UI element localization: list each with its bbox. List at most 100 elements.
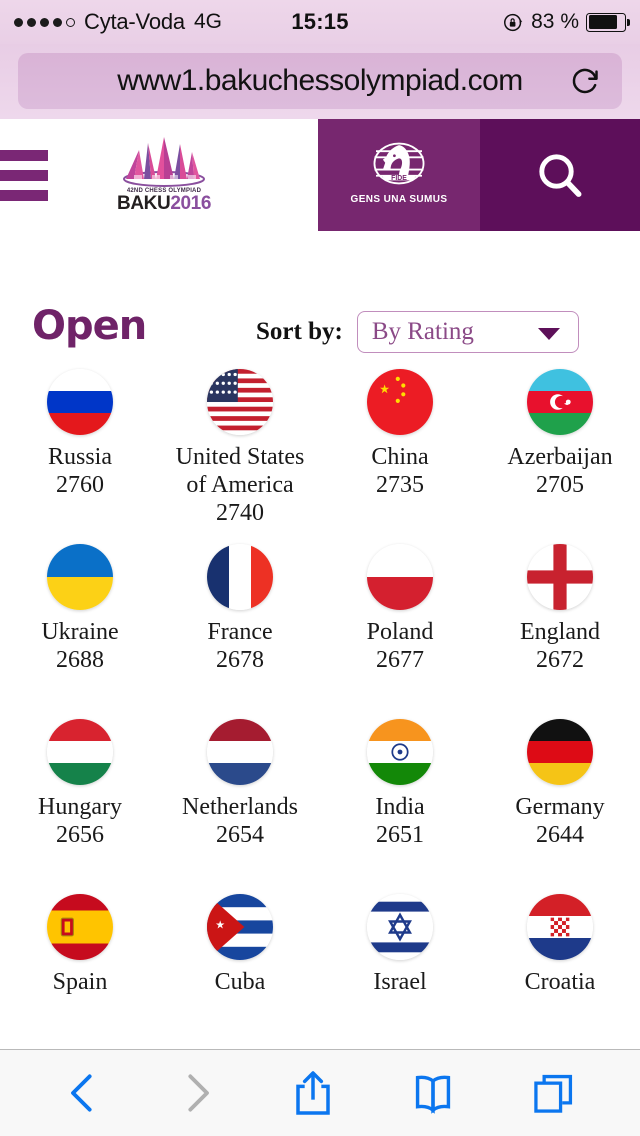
team-name: Spain: [52, 969, 108, 995]
team-card[interactable]: Poland 2677: [320, 530, 480, 705]
croatia-flag-icon: [527, 894, 593, 960]
team-name: India: [375, 794, 425, 820]
site-header-left: 42ND CHESS OLYMPIAD BAKU2016: [0, 119, 318, 231]
team-card[interactable]: Cuba: [160, 880, 320, 1049]
team-card[interactable]: Netherlands 2654: [160, 705, 320, 880]
team-name: Poland: [366, 619, 434, 645]
team-name: Croatia: [524, 969, 596, 995]
team-rating: 2740: [216, 499, 264, 526]
sort-by-label: Sort by:: [256, 318, 343, 345]
team-name: Israel: [373, 969, 427, 995]
mobile-safari-screen: Cyta-Voda 4G 15:15 83 % www1.bakuchessol…: [0, 0, 640, 1136]
sort-by-value: By Rating: [371, 318, 474, 345]
united-states-flag-icon: [207, 369, 273, 435]
hamburger-menu-icon[interactable]: [0, 150, 48, 201]
poland-flag-icon: [367, 544, 433, 610]
tabs-button[interactable]: [531, 1069, 577, 1117]
site-header: 42ND CHESS OLYMPIAD BAKU2016 FIDE GENS U…: [0, 119, 640, 231]
fide-wordmark: FIDE: [391, 174, 407, 181]
team-rating: 2672: [536, 646, 584, 673]
battery-percent-label: 83 %: [531, 10, 579, 33]
page-title: Open: [32, 303, 147, 349]
rotation-lock-icon: [504, 13, 523, 31]
fide-motto: GENS UNA SUMUS: [350, 193, 448, 205]
chevron-down-icon: [537, 328, 560, 340]
team-rating: 2654: [216, 821, 264, 848]
team-rating: 2705: [536, 471, 584, 498]
team-name: France: [207, 619, 273, 645]
team-card[interactable]: France 2678: [160, 530, 320, 705]
hungary-flag-icon: [47, 719, 113, 785]
team-name: Russia: [47, 444, 112, 470]
fide-knight-globe-icon: FIDE: [373, 142, 425, 184]
germany-flag-icon: [527, 719, 593, 785]
team-card[interactable]: England 2672: [480, 530, 640, 705]
team-card[interactable]: Spain: [0, 880, 160, 1049]
team-card[interactable]: United States of America 2740: [160, 355, 320, 530]
ukraine-flag-icon: [47, 544, 113, 610]
russia-flag-icon: [47, 369, 113, 435]
url-text: www1.bakuchessolympiad.com: [117, 64, 523, 97]
status-bar-right: 83 %: [503, 10, 630, 34]
team-rating: 2677: [376, 646, 424, 673]
china-flag-icon: [367, 369, 433, 435]
team-card[interactable]: Israel: [320, 880, 480, 1049]
team-name: China: [371, 444, 429, 470]
team-card[interactable]: Russia 2760: [0, 355, 160, 530]
tabs-icon: [534, 1074, 573, 1113]
reload-icon[interactable]: [569, 64, 602, 97]
page-title-row: Open Sort by: By Rating: [0, 231, 640, 361]
share-button[interactable]: [291, 1068, 335, 1118]
status-bar: Cyta-Voda 4G 15:15 83 %: [0, 0, 640, 44]
cuba-flag-icon: [207, 894, 273, 960]
team-rating: 2651: [376, 821, 424, 848]
team-grid: Russia 2760 United States of America 2740 Ch…: [0, 355, 640, 1049]
sort-control: Sort by: By Rating: [256, 311, 579, 353]
team-rating: 2735: [376, 471, 424, 498]
fide-logo[interactable]: FIDE GENS UNA SUMUS: [318, 119, 480, 231]
team-name: Hungary: [38, 794, 122, 820]
team-card[interactable]: India 2651: [320, 705, 480, 880]
battery-icon: [586, 12, 630, 32]
team-card[interactable]: Ukraine 2688: [0, 530, 160, 705]
forward-icon: [188, 1074, 209, 1112]
spain-flag-icon: [47, 894, 113, 960]
back-icon: [71, 1074, 92, 1112]
team-name: United States of America: [175, 444, 305, 498]
india-flag-icon: [367, 719, 433, 785]
england-flag-icon: [527, 544, 593, 610]
forward-button[interactable]: [177, 1069, 217, 1117]
bookmarks-icon: [415, 1075, 451, 1114]
team-rating: 2656: [56, 821, 104, 848]
team-card[interactable]: China 2735: [320, 355, 480, 530]
team-name: Azerbaijan: [507, 444, 613, 470]
france-flag-icon: [207, 544, 273, 610]
browser-toolbar: [0, 1049, 640, 1136]
team-card[interactable]: Hungary 2656: [0, 705, 160, 880]
team-name: Netherlands: [182, 794, 298, 820]
back-button[interactable]: [63, 1069, 103, 1117]
israel-flag-icon: [367, 894, 433, 960]
sort-by-dropdown[interactable]: By Rating: [356, 311, 579, 353]
bookmarks-button[interactable]: [409, 1069, 457, 1117]
crystal-towers-icon: [104, 135, 224, 187]
url-field[interactable]: www1.bakuchessolympiad.com: [18, 53, 622, 109]
team-name: England: [520, 619, 600, 645]
share-icon: [296, 1071, 330, 1115]
page-content: Open Sort by: By Rating Russia 2760 United…: [0, 231, 640, 1049]
baku2016-logo[interactable]: 42ND CHESS OLYMPIAD BAKU2016: [104, 135, 224, 213]
team-card[interactable]: Croatia: [480, 880, 640, 1049]
team-rating: 2644: [536, 821, 584, 848]
team-rating: 2678: [216, 646, 264, 673]
team-rating: 2760: [56, 471, 104, 498]
team-card[interactable]: Germany 2644: [480, 705, 640, 880]
logo-year: 2016: [170, 193, 211, 214]
search-button[interactable]: [480, 119, 640, 231]
logo-name: BAKU: [117, 193, 171, 214]
netherlands-flag-icon: [207, 719, 273, 785]
team-card[interactable]: Azerbaijan 2705: [480, 355, 640, 530]
azerbaijan-flag-icon: [527, 369, 593, 435]
browser-url-bar-area: www1.bakuchessolympiad.com: [0, 44, 640, 119]
team-name: Cuba: [214, 969, 266, 995]
team-name: Ukraine: [41, 619, 119, 645]
